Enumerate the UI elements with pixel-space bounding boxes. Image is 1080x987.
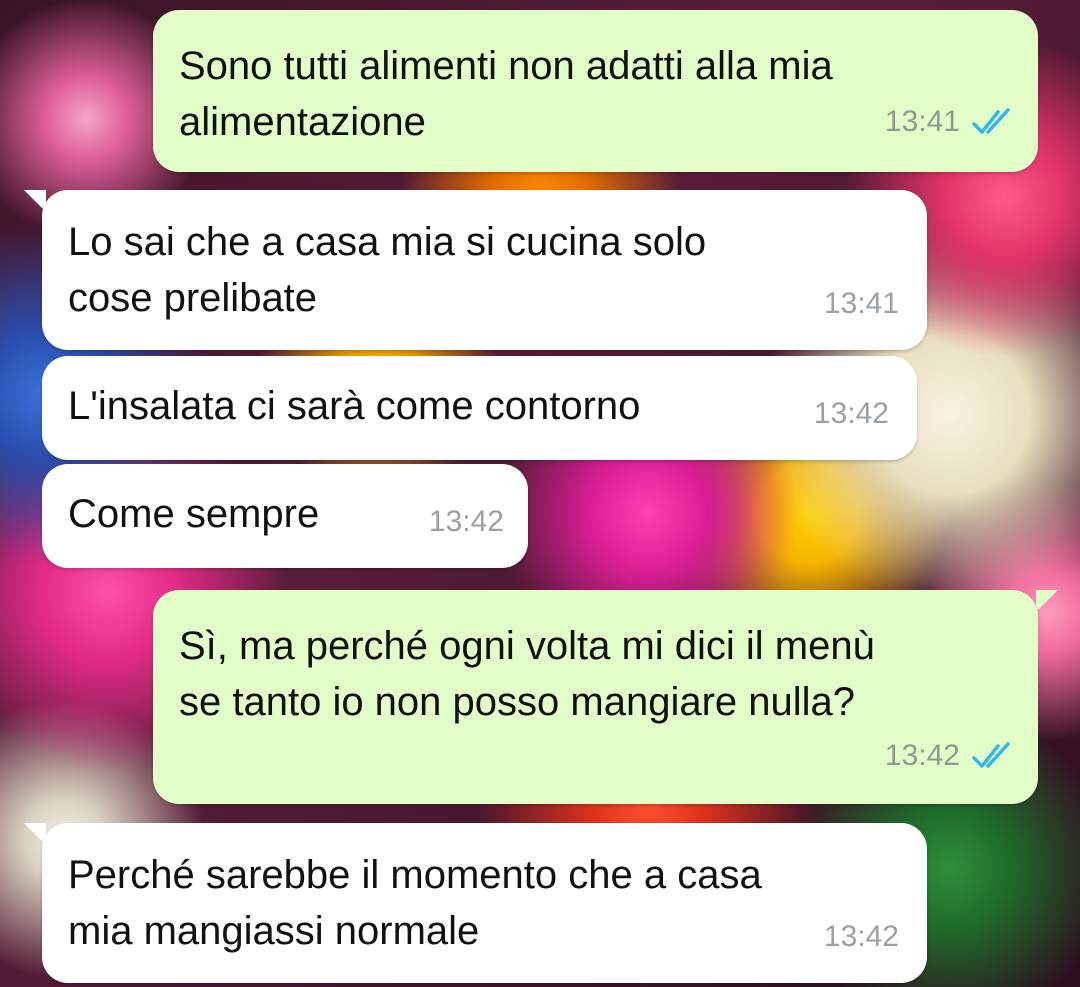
message-text: Sì, ma perché ogni volta mi dici il menù… [179, 624, 875, 724]
message-incoming[interactable]: Lo sai che a casa mia si cucina solo cos… [42, 190, 927, 350]
message-incoming[interactable]: Come sempre 13:42 [42, 464, 528, 568]
message-text: L'insalata ci sarà come contorno [68, 384, 641, 428]
message-time: 13:42 [823, 920, 899, 953]
message-outgoing[interactable]: Sono tutti alimenti non adatti alla mia … [153, 10, 1038, 172]
message-time: 13:41 [823, 287, 899, 320]
message-time: 13:42 [813, 397, 889, 430]
message-incoming[interactable]: L'insalata ci sarà come contorno 13:42 [42, 356, 917, 460]
message-meta: 13:42 [429, 494, 504, 550]
chat-thread: Sono tutti alimenti non adatti alla mia … [0, 0, 1080, 987]
message-meta: 13:41 [824, 276, 899, 332]
message-meta: 13:42 [814, 386, 889, 442]
message-text: Perché sarebbe il momento che a casa mia… [68, 853, 762, 953]
bubble-tail [1036, 590, 1058, 612]
message-incoming[interactable]: Perché sarebbe il momento che a casa mia… [42, 823, 927, 983]
double-check-icon [972, 108, 1010, 134]
message-time: 13:41 [884, 105, 960, 138]
message-text: Lo sai che a casa mia si cucina solo cos… [68, 220, 707, 320]
message-outgoing[interactable]: Sì, ma perché ogni volta mi dici il menù… [153, 590, 1038, 804]
message-time: 13:42 [428, 505, 504, 538]
message-time: 13:42 [884, 739, 960, 772]
double-check-icon [972, 742, 1010, 768]
message-meta: 13:42 [824, 909, 899, 965]
message-meta: 13:42 [885, 728, 1016, 784]
message-meta: 13:41 [885, 94, 1016, 150]
